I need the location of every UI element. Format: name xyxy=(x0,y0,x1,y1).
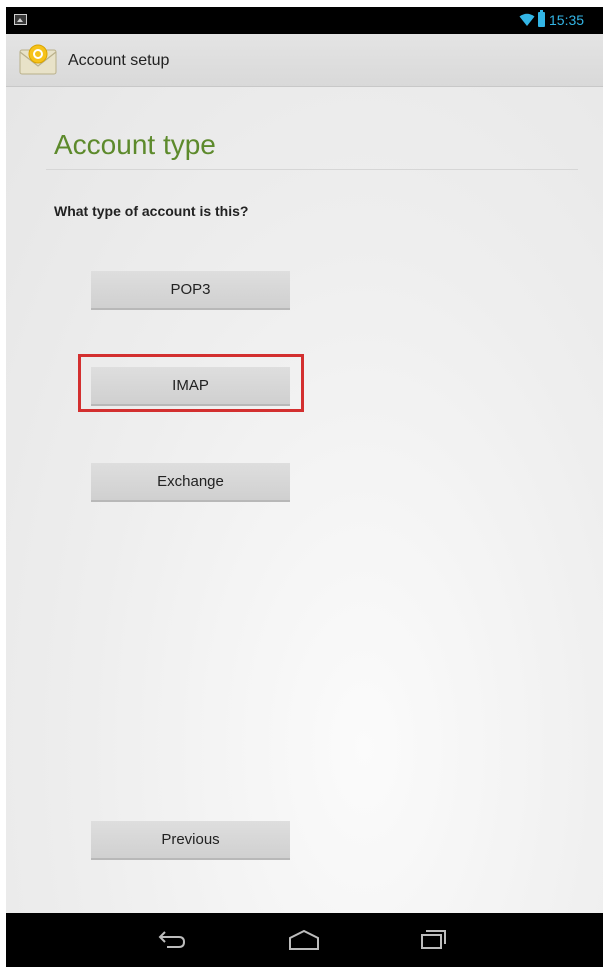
navigation-bar xyxy=(6,913,603,967)
account-type-screen: Account type What type of account is thi… xyxy=(6,87,603,913)
notification-icon xyxy=(14,14,27,25)
pop3-button[interactable]: POP3 xyxy=(91,271,290,310)
status-bar: 15:35 xyxy=(6,7,603,34)
title-divider xyxy=(46,169,578,170)
recents-icon[interactable] xyxy=(419,927,447,951)
account-type-prompt: What type of account is this? xyxy=(54,203,249,219)
previous-button[interactable]: Previous xyxy=(91,821,290,860)
exchange-button[interactable]: Exchange xyxy=(91,463,290,502)
email-app-icon[interactable] xyxy=(18,42,58,76)
page-title: Account type xyxy=(54,129,216,160)
battery-icon xyxy=(538,10,545,27)
action-bar: Account setup xyxy=(6,34,603,87)
wifi-icon xyxy=(519,13,535,26)
action-bar-title: Account setup xyxy=(68,52,170,69)
status-time: 15:35 xyxy=(549,12,585,28)
home-icon[interactable] xyxy=(287,929,321,951)
back-icon[interactable] xyxy=(157,927,187,951)
device-screen: 15:35 Account setup Account type What ty… xyxy=(6,7,603,967)
imap-highlight-box xyxy=(78,354,304,412)
